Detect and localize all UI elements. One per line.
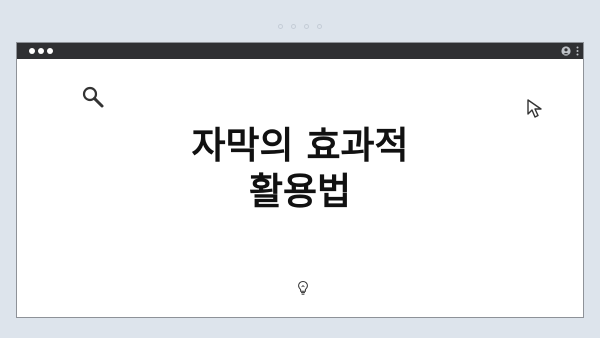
search-icon — [82, 86, 104, 108]
slide-title-line-2: 활용법 — [248, 170, 352, 213]
user-icon[interactable] — [561, 46, 571, 56]
window-close-dot[interactable] — [29, 48, 35, 54]
pagination-dot[interactable] — [304, 24, 309, 29]
slide-title: 자막의 효과적 활용법 — [17, 123, 583, 215]
lightbulb-icon — [298, 280, 308, 295]
window-titlebar — [17, 43, 583, 59]
cursor-arrow-icon — [527, 99, 542, 118]
window-maximize-dot[interactable] — [47, 48, 53, 54]
window-minimize-dot[interactable] — [38, 48, 44, 54]
pagination-dot[interactable] — [291, 24, 296, 29]
pagination-dots — [0, 24, 600, 29]
pagination-dot[interactable] — [278, 24, 283, 29]
browser-window: 자막의 효과적 활용법 — [16, 42, 584, 318]
pagination-dot[interactable] — [317, 24, 322, 29]
kebab-menu-icon[interactable] — [576, 46, 579, 56]
slide-title-line-1: 자막의 효과적 — [191, 124, 409, 167]
